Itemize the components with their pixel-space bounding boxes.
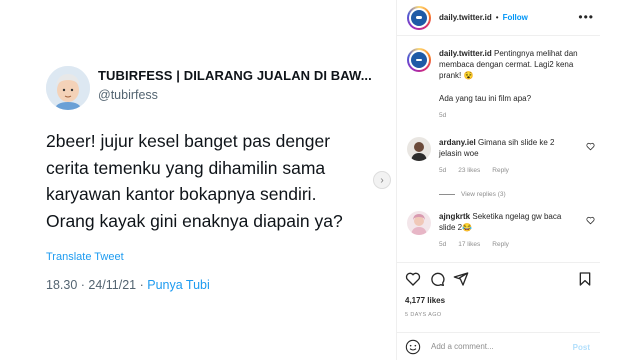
- post-media: TUBIRFESS | DILARANG JUALAN DI BAW... @t…: [0, 0, 396, 360]
- comment: ajngkrtk Seketika ngelag gw baca slide 2…: [407, 211, 597, 248]
- tweet-header: TUBIRFESS | DILARANG JUALAN DI BAW... @t…: [46, 66, 372, 110]
- tweet-time-date: 18.30 · 24/11/21 ·: [46, 278, 148, 292]
- translate-tweet-link: Translate Tweet: [46, 251, 124, 263]
- post-comment-button[interactable]: Post: [573, 343, 590, 352]
- tweet-source: Punya Tubi: [147, 278, 210, 292]
- follow-button[interactable]: Follow: [503, 13, 528, 22]
- tweet-line: 2beer! jujur kesel banget pas denger: [46, 131, 331, 151]
- tweet-line: Orang kayak gini enaknya diapain ya?: [46, 210, 343, 231]
- avatar-illustration: [46, 66, 90, 110]
- comment-input[interactable]: [431, 342, 561, 351]
- caption-avatar[interactable]: [407, 48, 431, 72]
- emoji-icon[interactable]: [405, 339, 421, 355]
- divider: [439, 194, 455, 195]
- commenter-avatar[interactable]: [407, 211, 431, 235]
- comment-meta: 5d 23 likes Reply: [439, 167, 597, 174]
- tweet-line: karyawan kantor bokapnya sendiri.: [46, 184, 317, 204]
- post-header: daily.twitter.id • Follow •••: [397, 0, 600, 36]
- chevron-right-icon: ›: [380, 174, 384, 186]
- caption-username[interactable]: daily.twitter.id: [439, 49, 492, 58]
- posted-time: 5 DAYS AGO: [405, 312, 442, 318]
- caption: daily.twitter.id Pentingnya melihat dan …: [407, 48, 597, 119]
- commenter-avatar[interactable]: [407, 137, 431, 161]
- comment: ardany.iel Gimana sih slide ke 2 jelasin…: [407, 137, 597, 174]
- reply-button[interactable]: Reply: [492, 167, 509, 174]
- heart-icon[interactable]: [586, 216, 595, 225]
- caption-text: daily.twitter.id Pentingnya melihat dan …: [439, 48, 597, 81]
- comment-username[interactable]: ardany.iel: [439, 138, 476, 147]
- comment-text: ajngkrtk Seketika ngelag gw baca slide 2…: [439, 211, 579, 233]
- comment-meta: 5d 17 likes Reply: [439, 241, 597, 248]
- likes-count[interactable]: 4,177 likes: [405, 296, 445, 305]
- page-gutter: [600, 0, 640, 360]
- bookmark-icon[interactable]: [577, 271, 593, 287]
- heart-icon[interactable]: [586, 142, 595, 151]
- comment-likes[interactable]: 23 likes: [458, 167, 480, 174]
- comment-likes[interactable]: 17 likes: [458, 241, 480, 248]
- caption-time: 5d: [439, 112, 447, 119]
- caption-question: Ada yang tau ini film apa?: [439, 94, 532, 103]
- author-username[interactable]: daily.twitter.id: [439, 13, 492, 22]
- tweet-body: 2beer! jujur kesel banget pas denger cer…: [46, 128, 381, 234]
- reply-button[interactable]: Reply: [492, 241, 509, 248]
- view-replies-label: View replies (3): [461, 191, 506, 198]
- comment-icon[interactable]: [429, 271, 445, 287]
- comment-text: ardany.iel Gimana sih slide ke 2 jelasin…: [439, 137, 579, 159]
- tweet-meta: 18.30 · 24/11/21 · Punya Tubi: [46, 278, 210, 292]
- author-avatar[interactable]: [407, 5, 431, 30]
- separator-dot: •: [495, 13, 499, 22]
- add-comment-bar: Post: [397, 332, 600, 360]
- tweet-line: cerita temenku yang dihamilin sama: [46, 157, 326, 178]
- post-sidebar: daily.twitter.id • Follow ••• daily.twit…: [397, 0, 600, 360]
- comment-username[interactable]: ajngkrtk: [439, 212, 470, 221]
- more-icon[interactable]: •••: [578, 10, 594, 24]
- tweet-avatar: [46, 66, 90, 110]
- comment-time: 5d: [439, 241, 447, 248]
- comment-time: 5d: [439, 167, 447, 174]
- tweet-handle: @tubirfess: [98, 88, 158, 102]
- heart-icon[interactable]: [405, 271, 421, 287]
- tweet-display-name: TUBIRFESS | DILARANG JUALAN DI BAW...: [98, 68, 372, 83]
- action-bar: [397, 262, 600, 296]
- next-slide-button[interactable]: ›: [373, 171, 391, 189]
- view-replies-button[interactable]: View replies (3): [439, 191, 506, 198]
- share-icon[interactable]: [453, 271, 469, 287]
